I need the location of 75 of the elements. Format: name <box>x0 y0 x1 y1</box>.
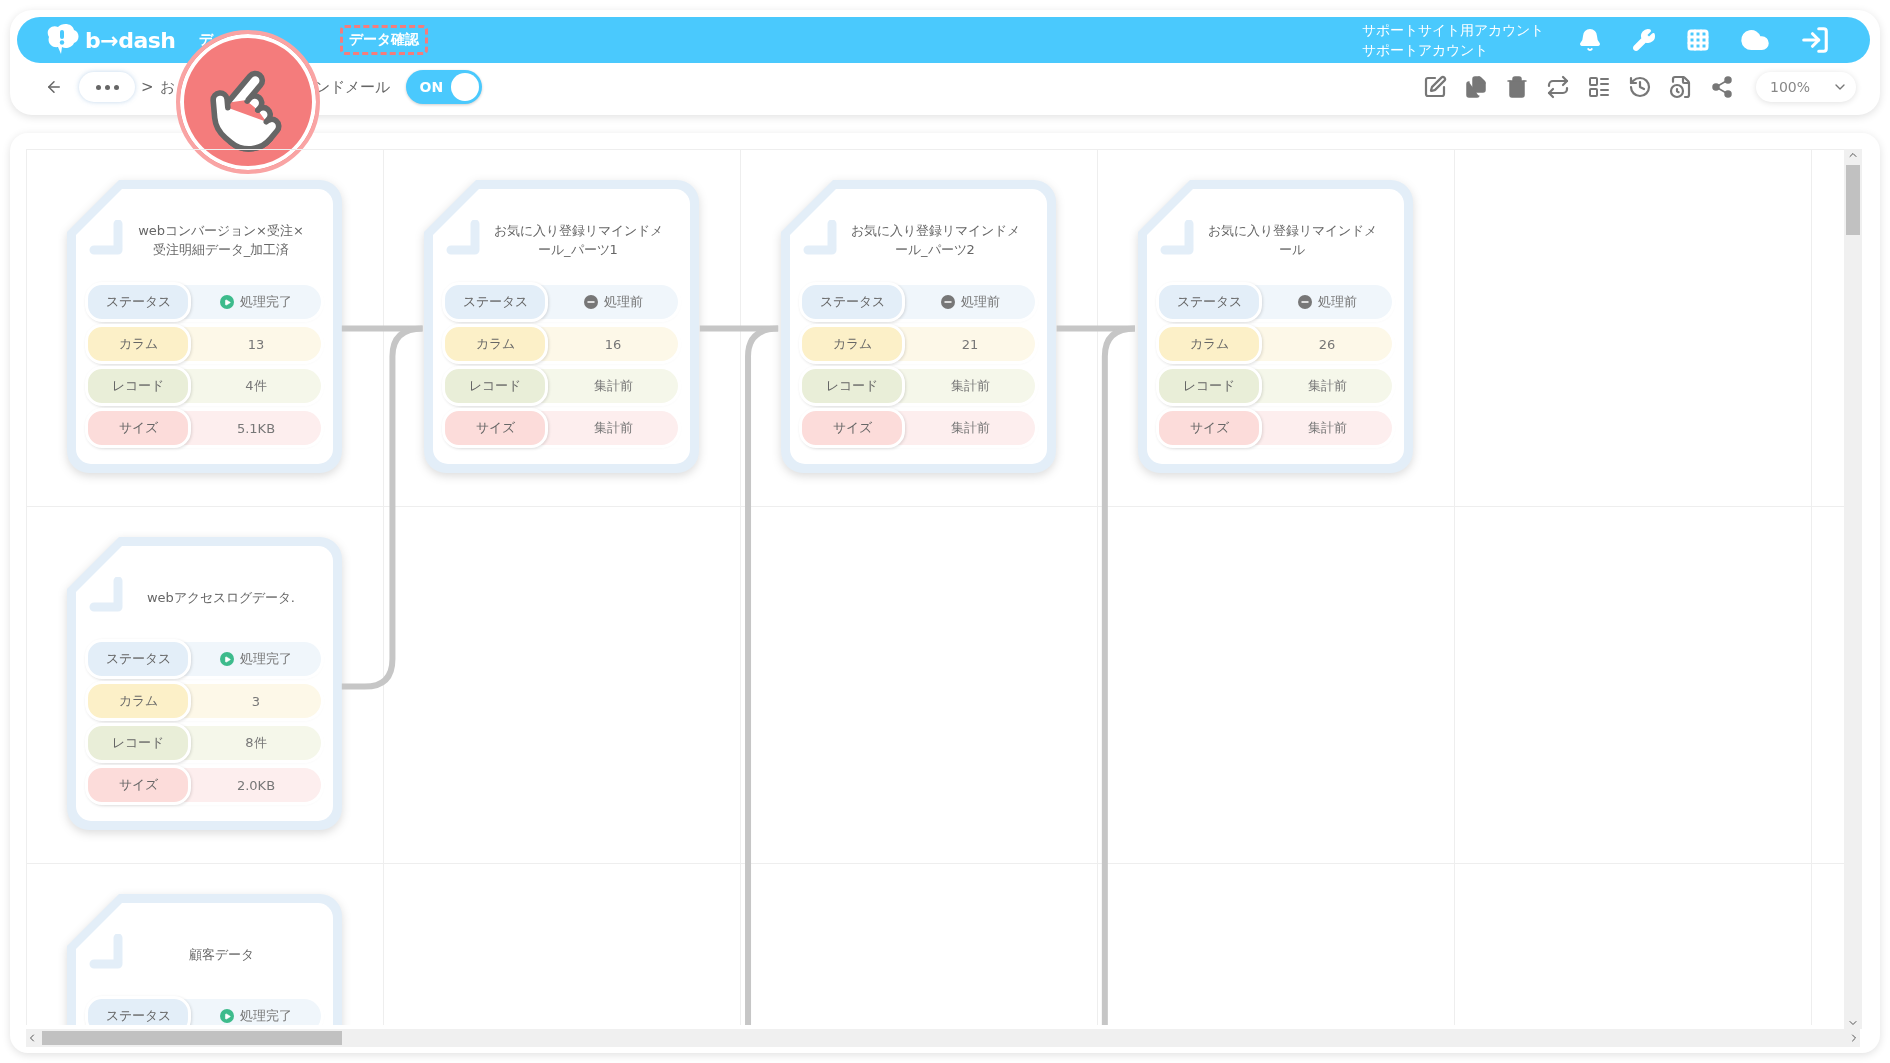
edit-icon[interactable] <box>1423 75 1447 99</box>
status-value: 処理完了 <box>191 642 321 676</box>
metric-label: カラム <box>442 324 548 364</box>
metric-value: 集計前 <box>949 419 991 437</box>
metric-label: サイズ <box>442 408 548 448</box>
metric-label: カラム <box>1156 324 1262 364</box>
history-icon[interactable] <box>1628 75 1652 99</box>
metric-value: 集計前 <box>949 377 991 395</box>
status-value: 処理前 <box>905 285 1035 319</box>
metric-value: 21 <box>960 335 980 354</box>
trash-icon[interactable] <box>1505 75 1529 99</box>
card-title: お気に入り登録リマインドメール_パーツ1 <box>493 222 663 259</box>
metric-label: レコード <box>799 366 905 406</box>
list-icon[interactable] <box>1587 75 1611 99</box>
card-title: お気に入り登録リマインドメール <box>1207 222 1377 259</box>
metric-label: サイズ <box>85 408 191 448</box>
data-card[interactable]: お気に入り登録リマインドメール ステータス 処理前 カラム 26 レコード 集計前 サイズ 集計前 <box>1138 180 1413 473</box>
scrollbar-thumb[interactable] <box>1846 165 1860 235</box>
status-value: 処理完了 <box>191 999 321 1025</box>
share-icon[interactable] <box>1710 75 1734 99</box>
metric-label: レコード <box>442 366 548 406</box>
card-title: webアクセスログデータ. <box>146 588 296 607</box>
metric-value: 26 <box>1317 335 1337 354</box>
wrench-icon[interactable] <box>1632 28 1656 52</box>
card-title: webコンバージョン×受注×受注明細データ_加工済 <box>137 222 305 259</box>
vertical-scrollbar[interactable] <box>1844 149 1862 1029</box>
data-card[interactable]: webコンバージョン×受注×受注明細データ_加工済 ステータス 処理完了 カラム 13 レコード 4件 サイズ 5.1KB <box>67 180 342 473</box>
data-card[interactable]: お気に入り登録リマインドメール_パーツ1 ステータス 処理前 カラム 16 レコード 集計前 サイズ 集計前 <box>424 180 699 473</box>
repeat-icon[interactable] <box>1546 75 1570 99</box>
metric-label: サイズ <box>85 765 191 805</box>
breadcrumb-link[interactable]: お <box>159 77 175 97</box>
metric-value: 集計前 <box>1306 419 1348 437</box>
metric-label: サイズ <box>799 408 905 448</box>
metric-value: 3 <box>250 692 262 711</box>
zoom-select[interactable]: 100% <box>1756 72 1856 102</box>
metric-label: カラム <box>85 324 191 364</box>
grid-icon[interactable] <box>1686 28 1710 52</box>
horizontal-scrollbar[interactable] <box>26 1029 1860 1047</box>
status-value: 処理完了 <box>191 285 321 319</box>
metric-value: 4件 <box>244 377 268 395</box>
sign-in-icon[interactable] <box>1800 25 1830 55</box>
metric-value: 8件 <box>244 734 268 752</box>
metric-label: ステータス <box>1156 282 1262 322</box>
more-button[interactable] <box>79 72 135 102</box>
metric-value: 13 <box>246 335 266 354</box>
metric-value: 5.1KB <box>235 419 277 438</box>
status-value: 処理前 <box>1262 285 1392 319</box>
metric-label: レコード <box>85 366 191 406</box>
card-title: お気に入り登録リマインドメール_パーツ2 <box>850 222 1020 259</box>
metric-value: 2.0KB <box>235 776 277 795</box>
metric-label: ステータス <box>442 282 548 322</box>
metric-label: ステータス <box>799 282 905 322</box>
metric-label: サイズ <box>1156 408 1262 448</box>
bell-icon[interactable] <box>1578 28 1602 52</box>
breadcrumb-separator: > <box>141 78 154 96</box>
metric-value: 16 <box>603 335 623 354</box>
metric-label: ステータス <box>85 639 191 679</box>
metric-value: 集計前 <box>592 377 634 395</box>
file-clock-icon[interactable] <box>1669 75 1693 99</box>
logo-text: b→dash <box>85 27 176 53</box>
metric-label: カラム <box>799 324 905 364</box>
copy-icon[interactable] <box>1464 75 1488 99</box>
metric-value: 集計前 <box>1306 377 1348 395</box>
scrollbar-thumb[interactable] <box>42 1031 342 1045</box>
metric-label: ステータス <box>85 996 191 1025</box>
data-card[interactable]: お気に入り登録リマインドメール_パーツ2 ステータス 処理前 カラム 21 レコード 集計前 サイズ 集計前 <box>781 180 1056 473</box>
data-card[interactable]: webアクセスログデータ. ステータス 処理完了 カラム 3 レコード 8件 サイズ 2.0KB <box>67 537 342 830</box>
metric-label: レコード <box>85 723 191 763</box>
data-card[interactable]: 顧客データ ステータス 処理完了 <box>67 894 342 1025</box>
status-value: 処理前 <box>548 285 678 319</box>
metric-value: 集計前 <box>592 419 634 437</box>
card-title: 顧客データ <box>187 945 255 964</box>
metric-label: レコード <box>1156 366 1262 406</box>
metric-label: ステータス <box>85 282 191 322</box>
metric-label: カラム <box>85 681 191 721</box>
